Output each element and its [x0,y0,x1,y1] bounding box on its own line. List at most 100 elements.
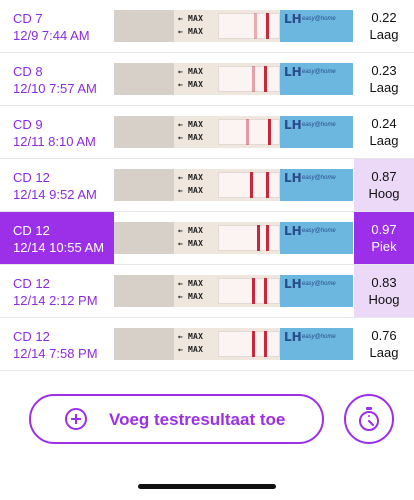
result-date-cell: CD 12 12/14 9:52 AM [0,159,114,211]
strip-result-window [218,331,280,357]
strip-brand-area: LH easy@home [280,116,353,148]
control-line [266,172,269,198]
strip-brand-area: LH easy@home [280,328,353,360]
result-date-cell: CD 12 12/14 10:55 AM [0,212,114,264]
test-strip-image: ← MAX ← MAX LH easy@home [114,275,353,307]
brand-sub-text: easy@home [302,281,336,287]
result-row[interactable]: CD 12 12/14 7:58 PM ← MAX ← MAX LH easy@h… [0,318,414,371]
brand-lh-text: LH [284,12,302,26]
control-line [266,13,269,39]
result-level: Laag [369,80,399,95]
result-value-cell: 0.23 Laag [354,53,414,105]
control-line [268,119,271,145]
result-datetime: 12/14 2:12 PM [13,293,98,308]
brand-sub-text: easy@home [302,175,336,181]
strip-handle [114,10,174,42]
strip-brand-area: LH easy@home [280,222,353,254]
result-value: 0.87 [371,169,397,184]
result-value-cell: 0.97 Piek [354,212,414,264]
brand-lh-text: LH [284,118,302,132]
result-datetime: 12/10 7:57 AM [13,81,97,96]
result-date-cell: CD 12 12/14 7:58 PM [0,318,114,370]
max-marker: ← MAX [178,67,204,76]
result-datetime: 12/14 7:58 PM [13,346,98,361]
result-row[interactable]: CD 7 12/9 7:44 AM ← MAX ← MAX LH easy@hom… [0,0,414,53]
result-value: 0.97 [371,222,397,237]
result-datetime: 12/14 10:55 AM [13,240,105,255]
strip-brand-area: LH easy@home [280,275,353,307]
result-value-cell: 0.87 Hoog [354,159,414,211]
result-value: 0.76 [371,328,397,343]
max-marker: ← MAX [178,80,204,89]
brand-lh-text: LH [284,277,302,291]
control-line [266,225,269,251]
strip-result-window [218,225,280,251]
brand-lh-text: LH [284,171,302,185]
max-marker: ← MAX [178,332,204,341]
cycle-day-label: CD 12 [13,170,50,185]
test-strip-image: ← MAX ← MAX LH easy@home [114,116,353,148]
strip-handle [114,169,174,201]
max-marker: ← MAX [178,14,204,23]
result-row-selected[interactable]: CD 12 12/14 10:55 AM ← MAX ← MAX LH easy@… [0,212,414,265]
test-line [252,278,255,304]
test-line [252,66,255,92]
max-marker: ← MAX [178,120,204,129]
plus-circle-icon [65,408,87,430]
stopwatch-icon [359,407,379,431]
cycle-day-label: CD 9 [13,117,43,132]
max-marker: ← MAX [178,239,204,248]
strip-handle [114,328,174,360]
result-value: 0.22 [371,10,397,25]
brand-sub-text: easy@home [302,334,336,340]
timer-button[interactable] [344,394,394,444]
result-date-cell: CD 12 12/14 2:12 PM [0,265,114,317]
result-value: 0.83 [371,275,397,290]
test-strip-image: ← MAX ← MAX LH easy@home [114,10,353,42]
result-level: Hoog [368,186,400,201]
test-line [257,225,260,251]
test-line [252,331,255,357]
result-level: Laag [369,27,399,42]
result-row[interactable]: CD 12 12/14 2:12 PM ← MAX ← MAX LH easy@h… [0,265,414,318]
max-marker: ← MAX [178,133,204,142]
strip-handle [114,63,174,95]
test-line [250,172,253,198]
strip-brand-area: LH easy@home [280,169,353,201]
home-indicator [138,484,276,489]
brand-lh-text: LH [284,224,302,238]
result-datetime: 12/14 9:52 AM [13,187,97,202]
test-results-list: CD 7 12/9 7:44 AM ← MAX ← MAX LH easy@hom… [0,0,414,371]
brand-lh-text: LH [284,330,302,344]
test-strip-image: ← MAX ← MAX LH easy@home [114,222,353,254]
test-line [246,119,249,145]
cycle-day-label: CD 12 [13,329,50,344]
result-date-cell: CD 8 12/10 7:57 AM [0,53,114,105]
brand-sub-text: easy@home [302,122,336,128]
max-marker: ← MAX [178,27,204,36]
result-value-cell: 0.83 Hoog [354,265,414,317]
max-marker: ← MAX [178,292,204,301]
control-line [264,331,267,357]
result-value-cell: 0.22 Laag [354,0,414,52]
max-marker: ← MAX [178,345,204,354]
result-datetime: 12/9 7:44 AM [13,28,90,43]
test-strip-image: ← MAX ← MAX LH easy@home [114,169,353,201]
result-row[interactable]: CD 9 12/11 8:10 AM ← MAX ← MAX LH easy@ho… [0,106,414,159]
result-value-cell: 0.24 Laag [354,106,414,158]
strip-result-window [218,278,280,304]
brand-lh-text: LH [284,65,302,79]
control-line [264,66,267,92]
max-marker: ← MAX [178,279,204,288]
strip-result-window [218,13,280,39]
brand-sub-text: easy@home [302,228,336,234]
cycle-day-label: CD 7 [13,11,43,26]
cycle-day-label: CD 8 [13,64,43,79]
add-test-result-button[interactable]: Voeg testresultaat toe [29,394,324,444]
strip-handle [114,275,174,307]
result-level: Hoog [368,292,400,307]
strip-result-window [218,66,280,92]
result-value: 0.24 [371,116,397,131]
result-row[interactable]: CD 12 12/14 9:52 AM ← MAX ← MAX LH easy@h… [0,159,414,212]
result-row[interactable]: CD 8 12/10 7:57 AM ← MAX ← MAX LH easy@ho… [0,53,414,106]
